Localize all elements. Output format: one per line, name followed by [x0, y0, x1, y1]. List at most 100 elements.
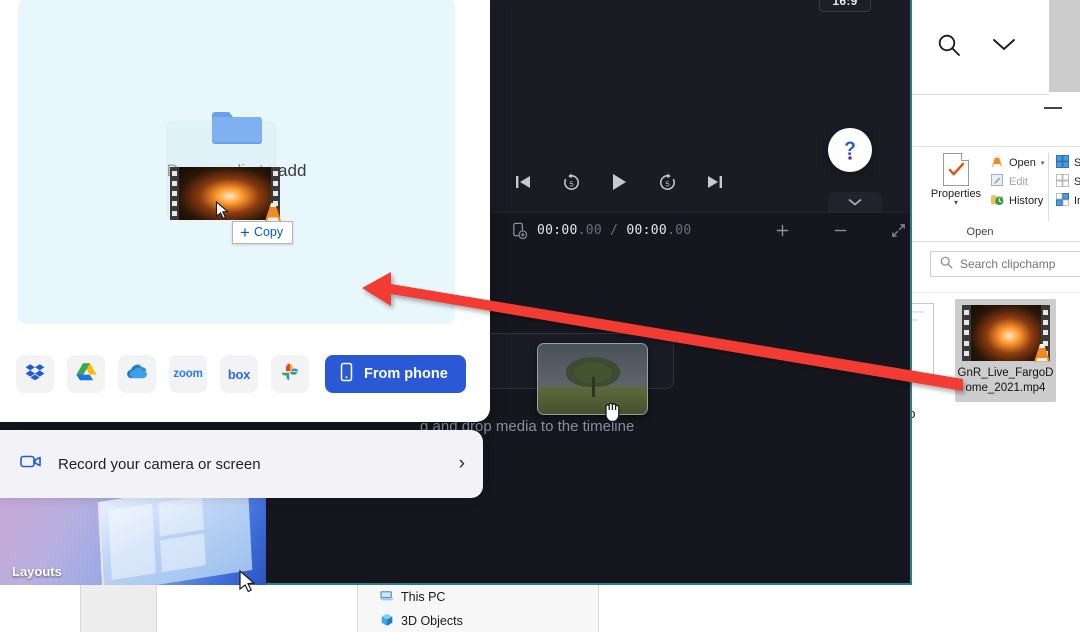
phone-icon [339, 362, 354, 386]
film-perforations-left [170, 167, 179, 220]
dragged-timeline-thumbnail[interactable] [537, 343, 648, 415]
edit-icon [990, 173, 1004, 190]
add-media-panel: Drop media to add [0, 0, 490, 422]
properties-chevron-icon[interactable]: ▾ [954, 200, 958, 206]
minimize-button[interactable] [1044, 107, 1062, 109]
search-placeholder: Search clipchamp [960, 257, 1055, 271]
box-button[interactable]: box [220, 355, 258, 393]
zoom-icon: zoom [173, 368, 202, 380]
file-film-strip-thumbnail [962, 305, 1050, 361]
select-all-label: Sele [1074, 157, 1080, 169]
from-phone-button[interactable]: From phone [325, 355, 466, 393]
aspect-ratio-badge[interactable]: 16:9 [819, 0, 871, 12]
total-frames: .00 [667, 223, 691, 238]
tree-item-label: This PC [401, 590, 445, 604]
play-icon[interactable] [606, 169, 632, 195]
explorer-title-bar [912, 95, 1080, 147]
folder-icon [210, 109, 262, 145]
properties-icon [943, 153, 969, 186]
help-button[interactable]: ? [828, 128, 872, 172]
google-drive-button[interactable] [67, 355, 105, 393]
current-frames: .00 [578, 223, 602, 238]
onedrive-button[interactable] [118, 355, 156, 393]
select-all-icon [1056, 155, 1069, 171]
select-none-button[interactable]: Sele [1056, 172, 1080, 191]
dropbox-button[interactable] [16, 355, 54, 393]
search-icon [940, 256, 953, 272]
desktop-explorer-background: This PC 3D Objects [0, 585, 912, 632]
camera-icon [20, 453, 42, 475]
vlc-cone-icon [1030, 341, 1054, 365]
tree-item-3d-objects[interactable]: 3D Objects [380, 609, 600, 632]
explorer-search-row: Search clipchamp [912, 242, 1080, 292]
record-camera-or-screen-row[interactable]: Record your camera or screen › [0, 430, 483, 498]
google-photos-button[interactable] [271, 355, 309, 393]
explorer-nav-tree: This PC 3D Objects [380, 585, 600, 632]
svg-text:5: 5 [569, 179, 573, 188]
ribbon-group-select: Sele Sele Inve S [1048, 147, 1080, 242]
chevron-down-icon[interactable] [992, 37, 1016, 58]
cloud-services-row: zoom box [16, 351, 466, 397]
select-none-label: Sele [1074, 176, 1080, 188]
zoom-button[interactable]: zoom [169, 355, 207, 393]
file-explorer-window: Properties ▾ Open ▾ E [912, 0, 1080, 632]
plus-icon: + [240, 226, 250, 239]
3d-objects-icon [380, 613, 394, 630]
drag-ghost-preview [168, 109, 280, 216]
explorer-topbar-inactive-area [1049, 0, 1080, 92]
snap-layouts-preview: Layouts [0, 496, 266, 585]
history-label: History [1009, 195, 1043, 207]
edit-label: Edit [1009, 176, 1028, 188]
google-drive-icon [76, 362, 97, 386]
select-none-icon [1056, 174, 1069, 190]
grabbing-hand-cursor-icon [601, 398, 625, 424]
selected-file-item[interactable]: GnR_Live_FargoD ome_2021.mp4 [955, 299, 1056, 402]
open-label: Open [1009, 157, 1036, 169]
snap-layouts-label: Layouts [12, 564, 62, 579]
drag-mouse-cursor-icon [215, 201, 231, 223]
partial-file-label: use video n ong [912, 385, 936, 461]
fit-to-screen-icon[interactable] [869, 213, 912, 249]
box-icon: box [228, 367, 250, 382]
skip-to-end-icon[interactable] [702, 169, 728, 195]
skip-to-start-icon[interactable] [510, 169, 536, 195]
explorer-ribbon: Properties ▾ Open ▾ E [912, 147, 1080, 242]
ribbon-group-open-caption: Open [930, 226, 1030, 238]
collapse-panel-button[interactable] [828, 192, 882, 212]
chevron-right-icon[interactable]: › [459, 453, 465, 475]
add-media-to-timeline-icon[interactable] [510, 213, 529, 249]
select-all-button[interactable]: Sele [1056, 153, 1080, 172]
open-dropdown-icon[interactable]: ▾ [1041, 159, 1045, 167]
forward-5-seconds-icon[interactable]: 5 [654, 169, 680, 195]
svg-text:5: 5 [665, 179, 669, 188]
desktop-mouse-cursor-icon [238, 570, 260, 594]
tree-item-this-pc[interactable]: This PC [380, 585, 600, 609]
invert-selection-button[interactable]: Inve [1056, 191, 1080, 210]
this-pc-icon [380, 589, 394, 606]
thumbnail-tree-trunk [592, 377, 595, 397]
vlc-cone-icon [990, 154, 1004, 171]
ribbon-group-open: Properties ▾ Open ▾ E [912, 147, 1048, 242]
record-label: Record your camera or screen [58, 456, 261, 473]
time-separator: / [602, 223, 626, 238]
from-phone-label: From phone [364, 366, 448, 382]
onedrive-icon [126, 364, 148, 384]
timeline-time-display: 00:00.00 / 00:00.00 [537, 223, 691, 238]
drag-copy-badge: + Copy [232, 221, 293, 244]
partial-file-item[interactable]: use video n ong [912, 303, 936, 461]
explorer-top-toolbar [912, 0, 1049, 95]
selected-file-label: GnR_Live_FargoD ome_2021.mp4 [958, 366, 1054, 396]
explorer-file-grid: use video n ong [912, 292, 1080, 632]
properties-button[interactable]: Properties ▾ [926, 153, 986, 206]
zoom-in-button[interactable] [753, 213, 811, 249]
select-commands-list: Sele Sele Inve [1056, 153, 1080, 210]
search-input[interactable]: Search clipchamp [930, 251, 1080, 277]
film-perforations-left [962, 305, 971, 361]
copy-badge-label: Copy [254, 225, 283, 239]
timeline-zoom-group [753, 213, 912, 249]
search-icon[interactable] [936, 32, 962, 63]
screenshot-root: This PC 3D Objects 16:9 5 [0, 0, 1080, 632]
rewind-5-seconds-icon[interactable]: 5 [558, 169, 584, 195]
history-icon [990, 192, 1004, 209]
zoom-out-button[interactable] [811, 213, 869, 249]
